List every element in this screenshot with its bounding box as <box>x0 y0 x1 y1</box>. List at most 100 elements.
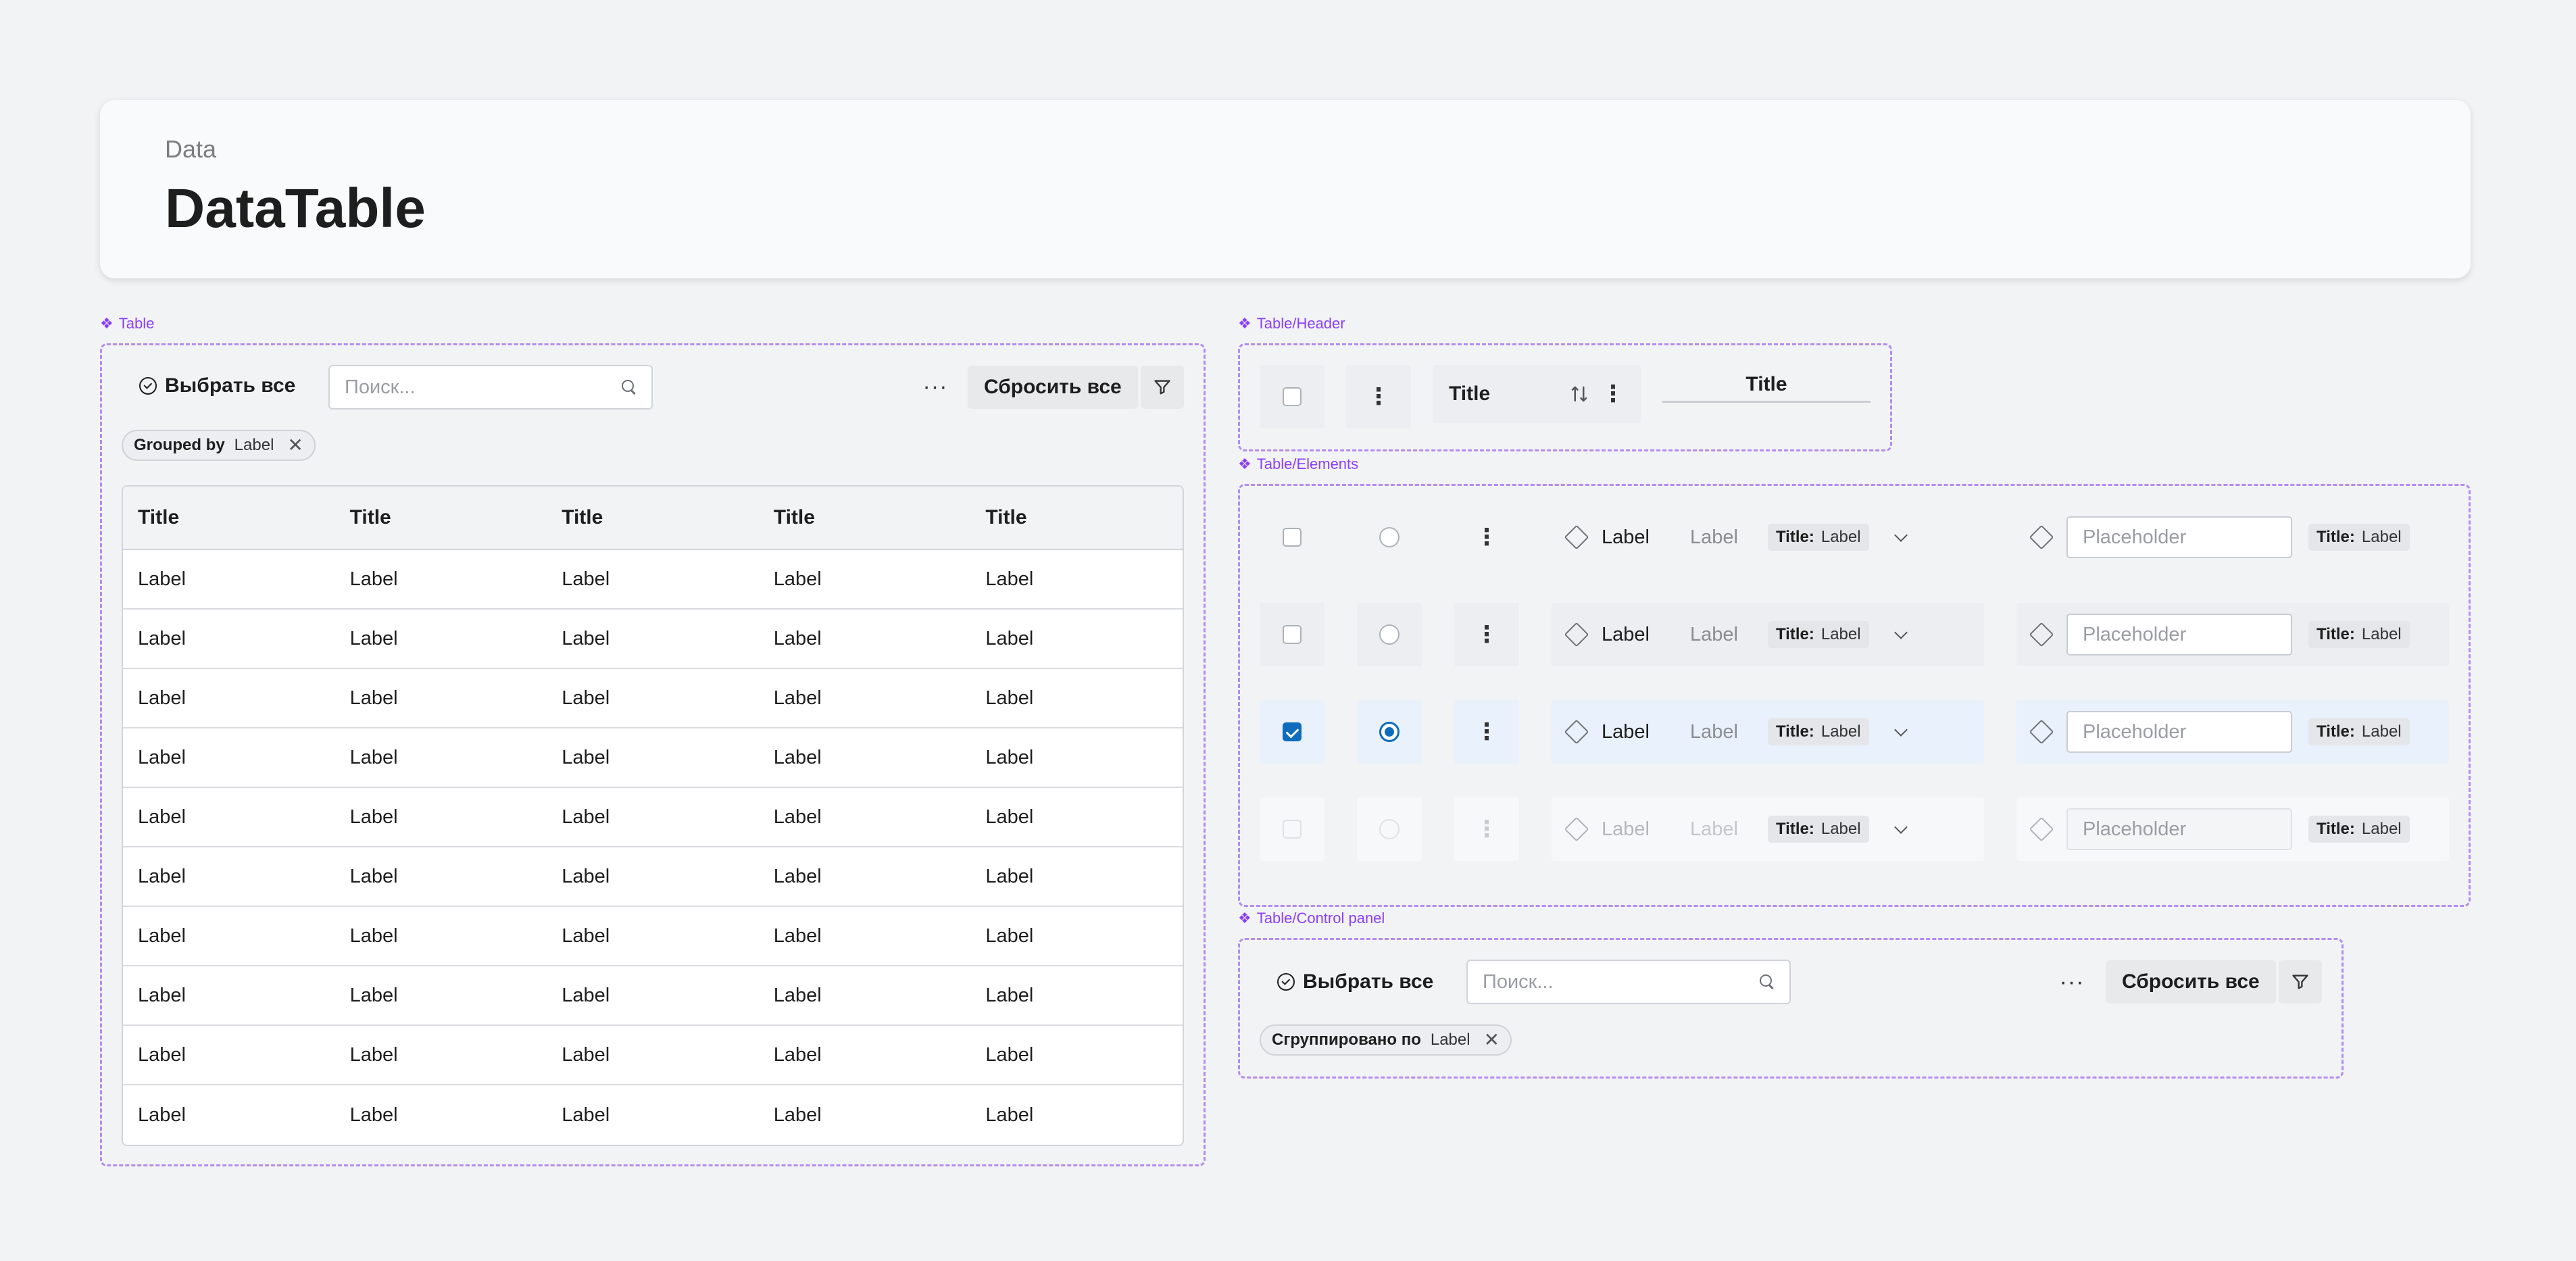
table-row[interactable]: Label Label Label Label Label <box>123 966 1183 1026</box>
header-title-plain-cell[interactable]: Title <box>1662 368 1871 403</box>
kebab-icon[interactable]: ⋮ <box>1367 385 1390 408</box>
row-checkbox-cell-disabled[interactable] <box>1260 797 1324 861</box>
column-header[interactable]: Title <box>123 487 335 549</box>
header-checkbox-cell[interactable] <box>1260 365 1324 428</box>
select-all-button[interactable]: Выбрать все <box>139 374 295 397</box>
header-title-sort-cell[interactable]: Title ⋮ <box>1433 365 1641 423</box>
table-cell: Label <box>349 746 398 768</box>
group-chip[interactable]: Grouped by Label ✕ <box>122 430 316 461</box>
group-chip[interactable]: Сгруппировано по Label ✕ <box>1260 1024 1512 1056</box>
cell-input[interactable] <box>2066 808 2292 850</box>
row-checkbox-cell-selected[interactable] <box>1260 700 1324 764</box>
column-header[interactable]: Title <box>547 487 759 549</box>
table-row[interactable]: Label Label Label Label Label <box>123 550 1183 610</box>
chevron-down-icon[interactable] <box>1893 723 1908 737</box>
row-kebab-cell-disabled[interactable]: ⋮ <box>1454 797 1519 861</box>
checkbox[interactable] <box>1283 625 1302 644</box>
search-input-wrapper[interactable] <box>328 365 653 410</box>
table-cell: Label <box>985 1104 1034 1126</box>
kebab-icon[interactable]: ⋮ <box>1475 818 1498 841</box>
select-all-button[interactable]: Выбрать все <box>1277 970 1433 993</box>
kebab-icon[interactable]: ⋮ <box>1475 526 1498 549</box>
column-header[interactable]: Title <box>335 487 547 549</box>
row-checkbox-cell-hover[interactable] <box>1260 603 1324 666</box>
radio[interactable] <box>1379 624 1400 645</box>
radio[interactable] <box>1379 722 1400 742</box>
close-icon[interactable]: ✕ <box>287 436 303 455</box>
table-cell: Label <box>349 627 398 649</box>
row-radio-cell-default[interactable] <box>1357 505 1422 569</box>
reset-all-button[interactable]: Сбросить все <box>968 366 1138 409</box>
table-cell: Label <box>349 1104 398 1126</box>
table-row[interactable]: Label Label Label Label Label <box>123 610 1183 669</box>
table-cell: Label <box>985 924 1034 947</box>
header-kebab-cell[interactable]: ⋮ <box>1346 365 1411 428</box>
row-label-cell-disabled[interactable]: Label Label Title: Label <box>1552 797 1984 861</box>
row-kebab-cell-default[interactable]: ⋮ <box>1454 505 1519 569</box>
row-input-cell-selected[interactable]: Title:Label <box>2016 700 2449 764</box>
chevron-down-icon[interactable] <box>1893 626 1908 639</box>
page-title: DataTable <box>165 178 426 239</box>
filter-button[interactable] <box>1141 366 1184 409</box>
frame-label-table-elements: ❖ Table/Elements <box>1238 455 1359 472</box>
table-row[interactable]: Label Label Label Label Label <box>123 907 1183 966</box>
table-cell: Label <box>985 865 1034 887</box>
chevron-down-icon[interactable] <box>1893 528 1908 542</box>
header-title: Title <box>1745 372 1787 395</box>
chevron-down-icon[interactable] <box>1893 820 1908 834</box>
row-input-cell-default[interactable]: Title:Label <box>2016 505 2449 569</box>
cell-input[interactable] <box>2066 614 2292 656</box>
row-label-cell-hover[interactable]: Label Label Title: Label <box>1552 603 1984 666</box>
more-button[interactable]: ··· <box>2054 964 2089 999</box>
cell-label-secondary: Label <box>1689 526 1738 548</box>
checkbox[interactable] <box>1283 722 1302 741</box>
row-input-cell-disabled[interactable]: Title:Label <box>2016 797 2449 861</box>
radio[interactable] <box>1379 819 1400 839</box>
column-header[interactable]: Title <box>759 487 971 549</box>
table-cell: Label <box>562 746 610 768</box>
row-kebab-cell-hover[interactable]: ⋮ <box>1454 603 1519 666</box>
row-radio-cell-disabled[interactable] <box>1357 797 1422 861</box>
cell-input[interactable] <box>2066 516 2292 558</box>
row-radio-cell-hover[interactable] <box>1357 603 1422 666</box>
search-input[interactable] <box>1483 970 1739 993</box>
row-radio-cell-selected[interactable] <box>1357 700 1422 764</box>
sort-icon[interactable] <box>1569 384 1589 404</box>
checkbox[interactable] <box>1283 820 1302 839</box>
search-input[interactable] <box>345 376 601 399</box>
diamond-icon <box>2029 622 2054 647</box>
more-button[interactable]: ··· <box>918 369 953 404</box>
table-row[interactable]: Label Label Label Label Label <box>123 1026 1183 1085</box>
table-cell: Label <box>985 746 1034 768</box>
cell-input[interactable] <box>2066 711 2292 753</box>
kebab-icon[interactable]: ⋮ <box>1602 382 1625 405</box>
table-cell: Label <box>562 924 610 947</box>
checkbox[interactable] <box>1283 528 1302 547</box>
control-panel-frame <box>1238 938 2344 1079</box>
reset-all-button[interactable]: Сбросить все <box>2106 960 2276 1004</box>
filter-button[interactable] <box>2279 960 2322 1004</box>
table-cell: Label <box>985 806 1034 828</box>
table-cell: Label <box>349 687 398 709</box>
cell-tag: Title: Label <box>1767 621 1869 648</box>
table-row[interactable]: Label Label Label Label Label <box>123 669 1183 728</box>
radio[interactable] <box>1379 527 1400 547</box>
row-input-cell-hover[interactable]: Title:Label <box>2016 603 2449 666</box>
table-cell: Label <box>773 746 822 768</box>
search-icon <box>1760 974 1775 989</box>
row-kebab-cell-selected[interactable]: ⋮ <box>1454 700 1519 764</box>
table-row[interactable]: Label Label Label Label Label <box>123 1085 1183 1145</box>
table-row[interactable]: Label Label Label Label Label <box>123 847 1183 907</box>
row-checkbox-cell-default[interactable] <box>1260 505 1324 569</box>
table-row[interactable]: Label Label Label Label Label <box>123 788 1183 847</box>
search-input-wrapper[interactable] <box>1466 960 1791 1004</box>
kebab-icon[interactable]: ⋮ <box>1475 623 1498 646</box>
close-icon[interactable]: ✕ <box>1484 1031 1500 1049</box>
checkbox[interactable] <box>1283 387 1302 406</box>
cell-tag: Title: Label <box>1767 524 1869 551</box>
column-header[interactable]: Title <box>970 487 1183 549</box>
table-row[interactable]: Label Label Label Label Label <box>123 728 1183 788</box>
kebab-icon[interactable]: ⋮ <box>1475 720 1498 743</box>
row-label-cell-selected[interactable]: Label Label Title: Label <box>1552 700 1984 764</box>
row-label-cell-default[interactable]: Label Label Title: Label <box>1552 505 1984 569</box>
